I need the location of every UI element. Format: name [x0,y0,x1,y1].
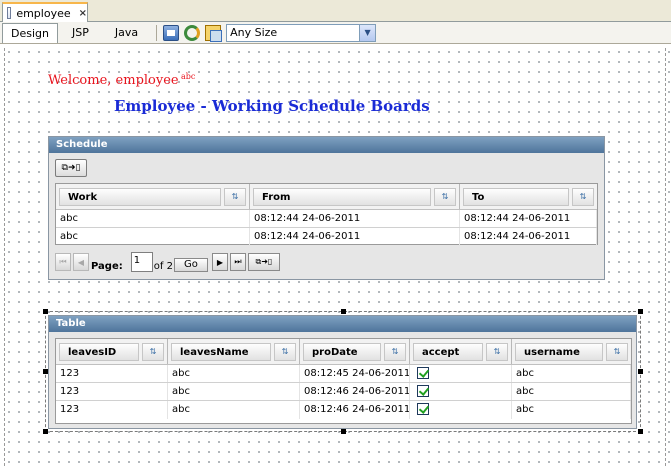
cell-leavesname: abc [168,383,300,400]
abc-output-text[interactable]: abc [181,72,195,81]
resize-handle[interactable] [43,309,48,314]
page-size-value: Any Size [230,26,278,39]
file-icon [7,7,12,19]
cell-to: 08:12:44 24-06-2011 [460,228,597,246]
resize-handle[interactable] [341,429,346,434]
cell-work: abc [56,228,250,246]
cell-username: abc [512,383,631,400]
accept-checkbox[interactable] [417,403,429,415]
schedule-panel[interactable]: Schedule ⧉➜▯ Work ⇅ From ⇅ To ⇅ abc 08:1… [48,136,605,280]
design-canvas[interactable]: Welcome, employee abc Employee - Working… [0,45,671,468]
schedule-panel-title: Schedule [49,137,604,153]
welcome-text[interactable]: Welcome, employee [48,73,179,88]
table-panel-title: Table [49,316,636,332]
sort-icon[interactable]: ⇅ [572,187,594,206]
page-label: Page: [91,261,123,272]
toolbar-divider [156,24,158,41]
cell-leavesid: 123 [56,401,168,419]
cell-prodate: 08:12:46 24-06-2011 [300,401,410,419]
page-title[interactable]: Employee - Working Schedule Boards [114,97,430,115]
column-label-username[interactable]: username [515,342,603,361]
table-row[interactable]: abc 08:12:44 24-06-2011 08:12:44 24-06-2… [56,228,597,246]
table-row[interactable]: abc 08:12:44 24-06-2011 08:12:44 24-06-2… [56,210,597,228]
tab-java[interactable]: Java [103,23,150,43]
column-label-to[interactable]: To [463,187,569,206]
sort-icon[interactable]: ⇅ [606,342,628,361]
chevron-down-icon[interactable]: ▼ [359,24,376,41]
next-page-button[interactable]: ▶ [211,253,228,271]
page-count-text: of 2 [153,261,173,272]
column-label-leavesid[interactable]: leavesID [59,342,139,361]
column-header-work: Work ⇅ [56,184,250,209]
resize-handle[interactable] [638,429,643,434]
tab-jsp[interactable]: JSP [60,23,101,43]
column-header-from: From ⇅ [250,184,460,209]
resize-handle[interactable] [638,309,643,314]
accept-checkbox[interactable] [417,385,429,397]
sort-icon[interactable]: ⇅ [434,187,456,206]
cell-from: 08:12:44 24-06-2011 [250,210,460,227]
column-header-username: username ⇅ [512,339,631,364]
cell-accept [410,365,512,382]
resize-handle[interactable] [638,369,643,374]
editor-toolbar: Design JSP Java Any Size ▼ [0,22,671,44]
accept-checkbox[interactable] [417,367,429,379]
cell-to: 08:12:44 24-06-2011 [460,210,597,227]
schedule-grid: Work ⇅ From ⇅ To ⇅ abc 08:12:44 24-06-20… [55,183,598,246]
cell-leavesid: 123 [56,365,168,382]
cell-from: 08:12:44 24-06-2011 [250,228,460,246]
editor-tab-label: employee [16,6,71,20]
cell-prodate: 08:12:46 24-06-2011 [300,383,410,400]
sort-icon[interactable]: ⇅ [142,342,164,361]
sort-icon[interactable]: ⇅ [384,342,406,361]
schedule-grid-header: Work ⇅ From ⇅ To ⇅ [56,184,597,210]
schedule-pager: ⏮ ◀ Page: 1 of 2 Go ▶ ⏭ ⧉➜▯ [55,252,282,272]
editor-tab-employee[interactable]: employee × [2,2,88,22]
sort-icon[interactable]: ⇅ [224,187,246,206]
table-row[interactable]: 123 abc 08:12:45 24-06-2011 abc [56,365,631,383]
close-icon[interactable]: × [79,8,87,19]
cell-accept [410,383,512,400]
column-label-accept[interactable]: accept [413,342,483,361]
sort-icon[interactable]: ⇅ [274,342,296,361]
column-label-leavesname[interactable]: leavesName [171,342,271,361]
cell-leavesname: abc [168,365,300,382]
column-label-work[interactable]: Work [59,187,221,206]
tab-design[interactable]: Design [2,22,58,43]
table-row[interactable]: 123 abc 08:12:46 24-06-2011 abc [56,401,631,419]
table-row[interactable]: 123 abc 08:12:46 24-06-2011 abc [56,383,631,401]
cell-work: abc [56,210,250,227]
go-button[interactable]: Go [173,258,208,272]
column-header-leavesname: leavesName ⇅ [168,339,300,364]
cell-leavesname: abc [168,401,300,419]
first-page-button[interactable]: ⏮ [55,253,71,271]
export-button[interactable]: ⧉➜▯ [247,253,280,271]
column-header-to: To ⇅ [460,184,597,209]
editor-tab-strip: employee × [0,0,671,22]
leaves-grid: leavesID ⇅ leavesName ⇅ proDate ⇅ accept… [55,338,632,424]
column-label-from[interactable]: From [253,187,431,206]
preview-icon[interactable] [163,24,180,41]
prev-page-button[interactable]: ◀ [73,253,89,271]
cell-username: abc [512,365,631,382]
resize-handle[interactable] [43,429,48,434]
column-header-prodate: proDate ⇅ [300,339,410,364]
leaves-grid-header: leavesID ⇅ leavesName ⇅ proDate ⇅ accept… [56,339,631,365]
column-header-leavesid: leavesID ⇅ [56,339,168,364]
cell-accept [410,401,512,419]
table-panel[interactable]: Table leavesID ⇅ leavesName ⇅ proDate ⇅ … [48,315,637,429]
column-header-accept: accept ⇅ [410,339,512,364]
resize-icon[interactable] [205,24,223,42]
sort-icon[interactable]: ⇅ [486,342,508,361]
resize-handle[interactable] [341,309,346,314]
last-page-button[interactable]: ⏭ [229,253,246,271]
export-button[interactable]: ⧉➜▯ [55,159,87,177]
column-label-prodate[interactable]: proDate [303,342,381,361]
cell-prodate: 08:12:45 24-06-2011 [300,365,410,382]
cell-leavesid: 123 [56,383,168,400]
page-size-select[interactable]: Any Size ▼ [226,23,377,42]
page-number-input[interactable]: 1 [130,252,153,272]
cell-username: abc [512,401,631,419]
refresh-icon[interactable] [184,24,201,41]
